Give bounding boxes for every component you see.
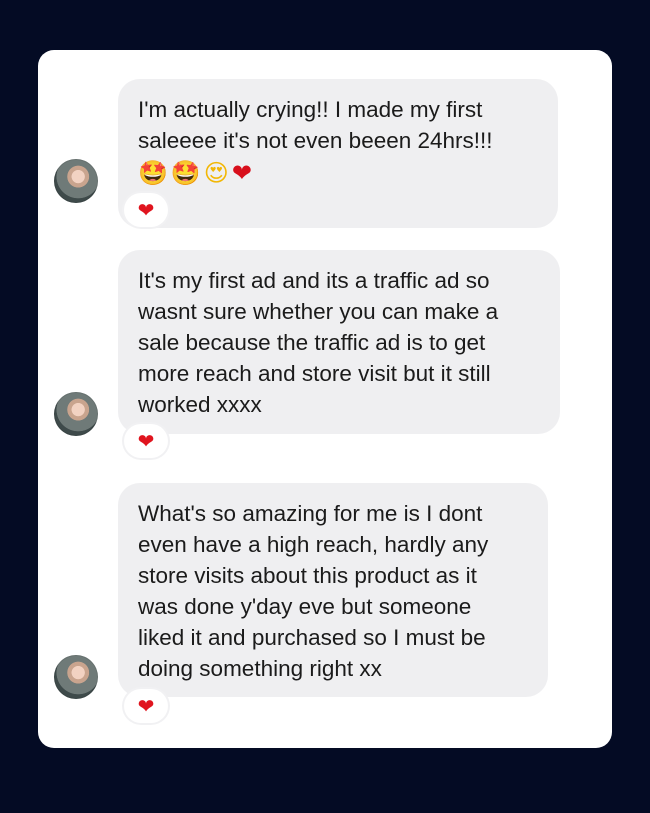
sender-avatar[interactable] [54,392,98,436]
message-line: I'm actually crying!! I made my first [138,97,483,122]
message-line: even have a high reach, hardly any [138,532,489,557]
message-line: It's my first ad and its a traffic ad so [138,268,490,293]
message-line: doing something right xx [138,656,382,681]
message-bubble[interactable]: I'm actually crying!! I made my first sa… [118,79,558,228]
message-line: store visits about this product as it [138,563,477,588]
message-line: wasnt sure whether you can make a [138,299,499,324]
message-line: sale because the traffic ad is to get [138,330,486,355]
heart-reaction-badge[interactable]: ❤ [124,424,168,458]
message-line: worked xxxx [138,392,262,417]
sender-avatar[interactable] [54,655,98,699]
heart-eyes-emoji-icon: 😍 [203,159,229,187]
message-line: saleeee it's not even beeen 24hrs!!! [138,128,493,153]
chat-screenshot-card: I'm actually crying!! I made my first sa… [38,50,612,748]
message-line: more reach and store visit but it still [138,361,491,386]
message-line: What's so amazing for me is I dont [138,501,483,526]
message-bubble[interactable]: It's my first ad and its a traffic ad so… [118,250,560,434]
heart-reaction-badge[interactable]: ❤ [124,689,168,723]
heart-icon: ❤ [137,694,155,718]
star-struck-emoji-icon: 🤩 [138,159,168,187]
heart-icon: ❤ [137,429,155,453]
red-heart-emoji-icon: ❤ [231,159,252,187]
star-struck-emoji-icon: 🤩 [170,159,201,187]
heart-icon: ❤ [137,198,155,222]
message-line: was done y'day eve but someone [138,594,472,619]
message-line: liked it and purchased so I must be [138,625,486,650]
heart-reaction-badge[interactable]: ❤ [124,193,168,227]
emoji-row: 🤩 🤩 😍 ❤ [138,158,536,188]
message-bubble[interactable]: What's so amazing for me is I dont even … [118,483,548,697]
sender-avatar[interactable] [54,159,98,203]
